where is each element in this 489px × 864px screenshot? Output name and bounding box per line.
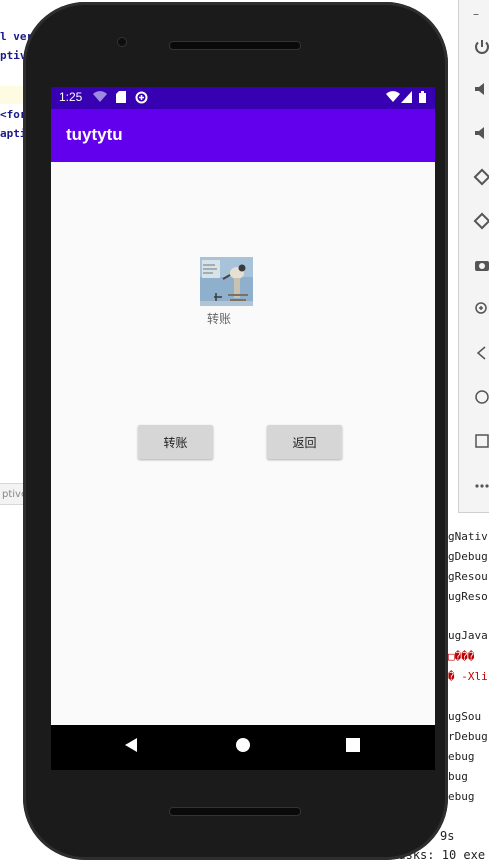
log-line: ebug [448, 790, 475, 803]
sd-card-icon [116, 91, 126, 107]
log-line: ugReso [448, 590, 488, 603]
volume-down-icon[interactable] [473, 124, 489, 144]
nav-overview-icon[interactable] [346, 737, 360, 756]
app-bar: tuytytu [51, 109, 435, 162]
log-line: gDebug [448, 550, 488, 563]
battery-icon [419, 91, 426, 107]
status-bar: 1:25 [51, 87, 435, 109]
nav-back-icon[interactable] [123, 737, 139, 757]
home-icon[interactable] [473, 388, 489, 408]
power-icon[interactable] [473, 38, 489, 58]
zoom-icon[interactable] [473, 300, 489, 320]
nav-home-icon[interactable] [235, 737, 251, 757]
wifi-signal-icon [386, 91, 400, 107]
more-icon[interactable] [473, 476, 489, 496]
status-time: 1:25 [59, 90, 83, 104]
build-time: 9s [440, 829, 455, 843]
log-line: gNativ [448, 530, 488, 543]
log-line: □��� [448, 650, 475, 663]
bottom-speaker [169, 807, 301, 816]
main-content: 转账 转账 返回 [51, 162, 435, 725]
app-title: tuytytu [66, 125, 123, 144]
back-button[interactable]: 返回 [267, 425, 342, 459]
back-icon[interactable] [473, 344, 489, 364]
camera-lens-icon [117, 37, 127, 47]
log-line: � -Xli [448, 670, 488, 683]
log-line: bug [448, 770, 468, 783]
log-line: ebug [448, 750, 475, 763]
device-screen: 1:25 tuytytu 转账 转账 返回 [51, 87, 435, 770]
wifi-off-icon [93, 91, 107, 107]
top-speaker [169, 41, 301, 50]
navigation-bar [51, 725, 435, 770]
rotate-right-icon[interactable] [473, 212, 489, 232]
rotate-left-icon[interactable] [473, 168, 489, 188]
transfer-button[interactable]: 转账 [138, 425, 213, 459]
emulator-toolbar: – [458, 0, 489, 513]
overview-icon[interactable] [473, 432, 489, 452]
log-line: rDebug [448, 730, 488, 743]
bird-image [200, 257, 253, 306]
log-line: ugJava [448, 629, 488, 642]
data-saver-icon [135, 91, 148, 108]
minimize-icon[interactable]: – [473, 4, 489, 24]
cell-signal-icon [401, 91, 412, 107]
log-line: ugSou [448, 710, 482, 723]
log-line: gResou [448, 570, 488, 583]
camera-icon[interactable] [473, 256, 489, 276]
volume-up-icon[interactable] [473, 80, 489, 100]
image-label: 转账 [207, 312, 232, 326]
